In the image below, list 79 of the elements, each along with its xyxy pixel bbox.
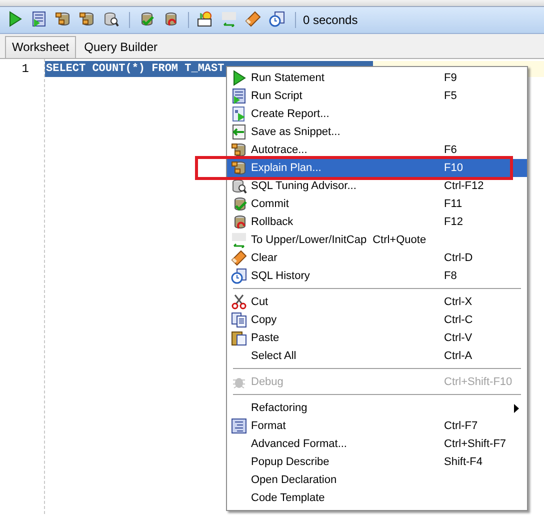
shortcut-text: F12	[444, 216, 463, 228]
menu-item[interactable]: Commit F11	[227, 195, 527, 213]
database-icon	[231, 160, 247, 176]
shortcut-text: Ctrl-X	[444, 296, 472, 308]
menu-label: Advanced Format...	[251, 438, 348, 450]
menu-item[interactable]: Paste Ctrl-V	[227, 329, 527, 347]
menu-label: SQL Tuning Advisor...	[251, 180, 358, 192]
shortcut-text: Ctrl-V	[444, 332, 472, 344]
shortcut-text: F10	[444, 162, 463, 174]
menu-item[interactable]: SQL History F8	[227, 267, 527, 285]
shortcut-text: Ctrl+Shift-F10	[444, 376, 512, 388]
menu-label: Copy	[251, 314, 278, 326]
shortcut-text: Shift-F4	[444, 456, 483, 468]
script-icon	[231, 88, 247, 104]
magnifier-icon	[231, 178, 247, 194]
shortcut-text: F6	[444, 144, 457, 156]
menu-item[interactable]: Clear Ctrl-D	[227, 249, 527, 267]
menu-label: Rollback	[251, 216, 294, 228]
clipboard-icon	[231, 330, 247, 346]
shortcut-text: Ctrl-F7	[444, 420, 478, 432]
report-icon	[231, 106, 247, 122]
menu-label: Paste	[251, 332, 280, 344]
menu-item[interactable]: Explain Plan... F10	[227, 159, 527, 177]
menu-label: Select All	[251, 350, 298, 362]
submenu-arrow-icon	[514, 404, 519, 413]
snippet-icon	[231, 124, 247, 140]
menu-item[interactable]: Autotrace... F6	[227, 141, 527, 159]
menu-label: Explain Plan...	[251, 162, 322, 174]
menu-item[interactable]: Advanced Format... Ctrl+Shift-F7	[227, 435, 527, 453]
menu-label: Save as Snippet...	[251, 126, 342, 138]
shortcut-text: F5	[444, 90, 457, 102]
line-number: 1	[22, 61, 29, 77]
menu-label: Format	[251, 420, 287, 432]
menu-label: Open Declaration	[251, 474, 338, 486]
menu-item[interactable]: Run Script F5	[227, 87, 527, 105]
menu-item[interactable]: Save as Snippet...	[227, 123, 527, 141]
menu-label: Debug	[251, 376, 284, 388]
menu-label: To Upper/Lower/InitCap	[251, 234, 367, 246]
database-icon	[231, 142, 247, 158]
menu-item[interactable]: Format Ctrl-F7	[227, 417, 527, 435]
menu-label: SQL History	[251, 270, 311, 282]
menu-item[interactable]: Cut Ctrl-X	[227, 293, 527, 311]
menu-item[interactable]: Refactoring	[227, 399, 527, 417]
menu-item[interactable]: Select All Ctrl-A	[227, 347, 527, 365]
clock-icon	[231, 268, 247, 284]
menu-item[interactable]: Code Template	[227, 489, 527, 507]
copy-icon	[231, 312, 247, 328]
menu-item[interactable]: Create Report...	[227, 105, 527, 123]
shortcut-text: Ctrl+Shift-F7	[444, 438, 506, 450]
menu-label: Commit	[251, 198, 290, 210]
scissors-icon	[231, 294, 247, 310]
menu-label: Clear	[251, 252, 278, 264]
menu-item[interactable]: SQL Tuning Advisor... Ctrl-F12	[227, 177, 527, 195]
eraser-icon	[231, 250, 247, 266]
menu-item[interactable]: Copy Ctrl-C	[227, 311, 527, 329]
menu-label: Popup Describe	[251, 456, 330, 468]
tab[interactable]: Worksheet	[5, 36, 76, 58]
tab[interactable]: Query Builder	[78, 37, 164, 58]
shortcut-text: F9	[444, 72, 457, 84]
menu-label: Run Script	[251, 90, 304, 102]
menu-label: Code Template	[251, 492, 326, 504]
shortcut-text: Ctrl-C	[444, 314, 473, 326]
shortcut-text: Ctrl-F12	[444, 180, 484, 192]
menu-item[interactable]: Rollback F12	[227, 213, 527, 231]
menu-label: Create Report...	[251, 108, 330, 120]
menu-item[interactable]: Popup Describe Shift-F4	[227, 453, 527, 471]
menu-label: Cut	[251, 296, 270, 308]
menu-label: Refactoring	[251, 402, 308, 414]
menu-label: Autotrace...	[251, 144, 308, 156]
shortcut-text: F8	[444, 270, 457, 282]
document-icon	[231, 418, 247, 434]
menu-item[interactable]: Open Declaration	[227, 471, 527, 489]
menu-item[interactable]: To Upper/Lower/InitCap Ctrl+Quote	[227, 231, 527, 249]
shortcut-text: F11	[444, 198, 462, 210]
shortcut-text: Ctrl-A	[444, 350, 472, 362]
shortcut-text: Ctrl+Quote	[372, 234, 426, 246]
elapsed-time: 0 seconds	[303, 13, 358, 27]
shortcut-text: Ctrl-D	[444, 252, 473, 264]
play-icon	[231, 70, 247, 86]
